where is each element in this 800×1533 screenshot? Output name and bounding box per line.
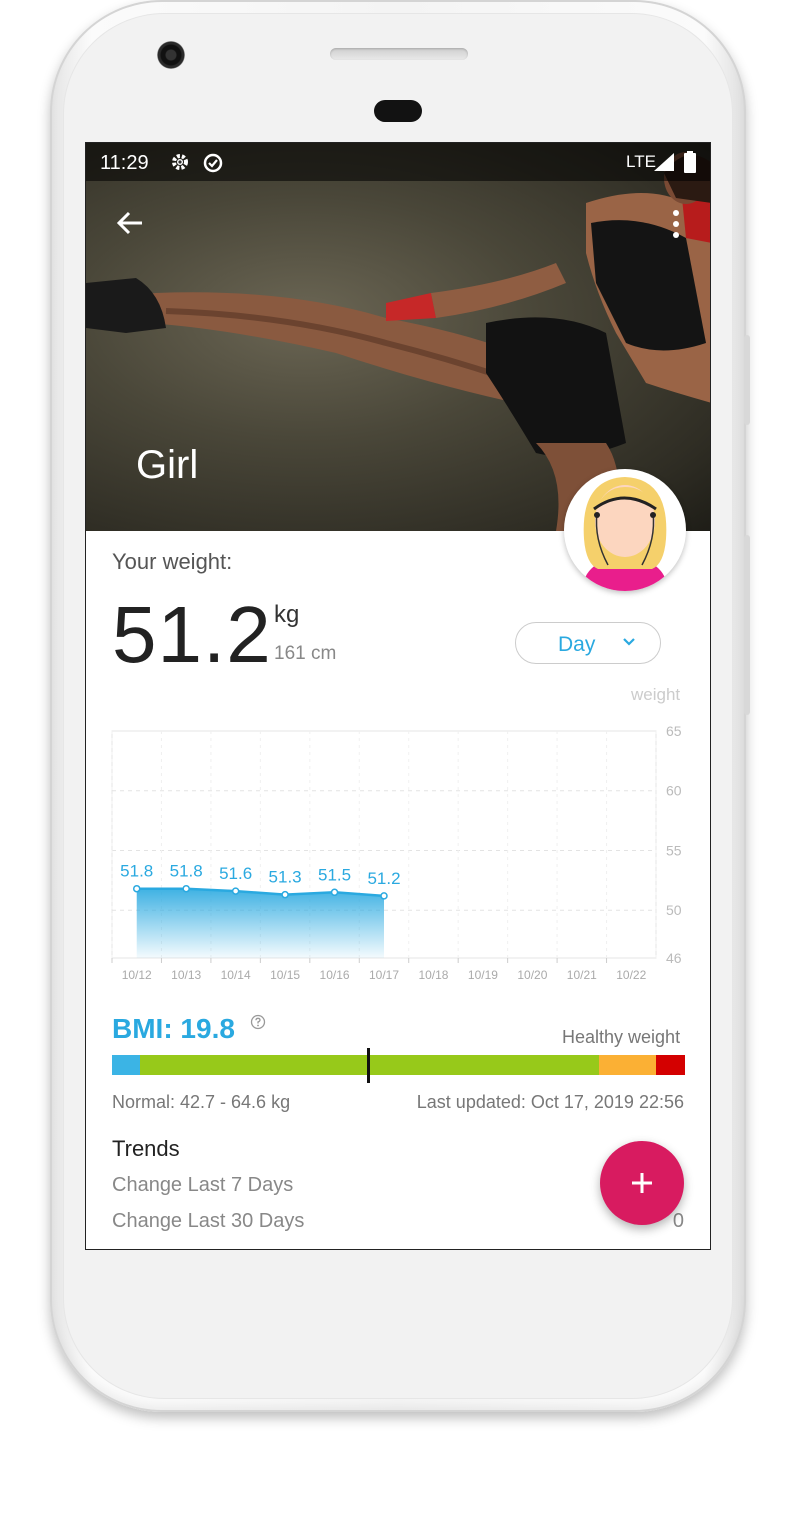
- x-tick-label: 10/22: [616, 968, 646, 982]
- trends-title: Trends: [112, 1136, 180, 1161]
- y-tick-label: 55: [666, 842, 682, 858]
- back-arrow-icon[interactable]: [116, 209, 144, 237]
- weight-chart: 65 60 55 50 46 10/12 10/13 10/14 10/15 10/16 10/17…: [111, 723, 682, 982]
- bmi-category: Healthy weight: [562, 1027, 681, 1047]
- x-tick-label: 10/15: [270, 968, 300, 982]
- gear-icon: [172, 154, 188, 170]
- plus-icon: [632, 1173, 652, 1193]
- x-tick-label: 10/18: [418, 968, 448, 982]
- signal-icon: [654, 153, 674, 171]
- data-point: [182, 884, 190, 893]
- help-icon[interactable]: [250, 1014, 266, 1030]
- data-label: 51.5: [318, 865, 351, 884]
- data-label: 51.3: [269, 868, 302, 887]
- trend-30-days-label: Change Last 30 Days: [112, 1210, 305, 1232]
- period-selected: Day: [558, 633, 596, 656]
- x-tick-label: 10/19: [468, 968, 498, 982]
- network-type: LTE: [626, 152, 656, 171]
- status-time: 11:29: [100, 152, 149, 174]
- trend-30-days-value: 0: [672, 1210, 684, 1232]
- weight-area: [136, 888, 384, 958]
- battery-icon: [684, 151, 696, 173]
- x-tick-label: 10/20: [517, 968, 547, 982]
- status-bar: 11:29 LTE: [86, 143, 710, 181]
- data-point: [281, 890, 289, 899]
- trend-7-days-label: Change Last 7 Days: [112, 1174, 294, 1196]
- data-saver-icon: [203, 153, 223, 173]
- earpiece-sensor: [374, 100, 422, 122]
- y-tick-label: 65: [666, 723, 682, 739]
- normal-range: Normal: 42.7 - 64.6 kg: [112, 1092, 291, 1112]
- x-tick-label: 10/16: [320, 968, 350, 982]
- period-dropdown[interactable]: Day: [515, 622, 661, 664]
- data-point: [132, 884, 141, 893]
- app-screen: 11:29 LTE Girl Your weight: 51.2 kg 161 …: [85, 142, 711, 1250]
- bmi-label: BMI: 19.8: [112, 1013, 235, 1044]
- avatar-illustration: [582, 477, 668, 591]
- y-tick-label: 46: [666, 950, 682, 966]
- y-tick-label: 60: [666, 783, 682, 799]
- x-tick-label: 10/21: [567, 968, 597, 982]
- data-point: [231, 887, 240, 895]
- add-weight-button[interactable]: [600, 1141, 684, 1225]
- data-label: 51.6: [219, 864, 252, 883]
- chevron-down-icon: [623, 638, 635, 646]
- x-tick-label: 10/12: [122, 968, 152, 982]
- bmi-obese-segment: [656, 1055, 685, 1075]
- volume-button: [744, 535, 750, 715]
- data-point: [330, 888, 339, 897]
- x-tick-label: 10/13: [171, 968, 201, 982]
- weight-value: 51.2: [112, 590, 272, 679]
- y-tick-label: 50: [666, 902, 682, 918]
- power-button: [744, 335, 750, 425]
- speaker-grill: [330, 48, 468, 60]
- data-label: 51.2: [367, 869, 400, 888]
- height-value: 161 cm: [274, 643, 337, 664]
- chart-legend: weight: [631, 685, 681, 704]
- weight-unit: kg: [274, 601, 300, 628]
- bmi-underweight-segment: [112, 1055, 140, 1075]
- bmi-scale-bar: [112, 1055, 685, 1075]
- bmi-marker: [367, 1048, 370, 1083]
- x-tick-label: 10/14: [221, 968, 251, 982]
- last-updated: Last updated: Oct 17, 2019 22:56: [416, 1092, 684, 1112]
- data-point: [380, 892, 388, 900]
- avatar[interactable]: [564, 469, 686, 591]
- weight-label: Your weight:: [112, 549, 233, 574]
- bmi-overweight-segment: [599, 1055, 656, 1075]
- profile-name: Girl: [136, 443, 199, 487]
- data-label: 51.8: [170, 862, 203, 881]
- data-label: 51.8: [120, 862, 153, 881]
- front-camera: [157, 41, 185, 69]
- x-tick-label: 10/17: [369, 968, 399, 982]
- more-options-icon[interactable]: [671, 209, 681, 239]
